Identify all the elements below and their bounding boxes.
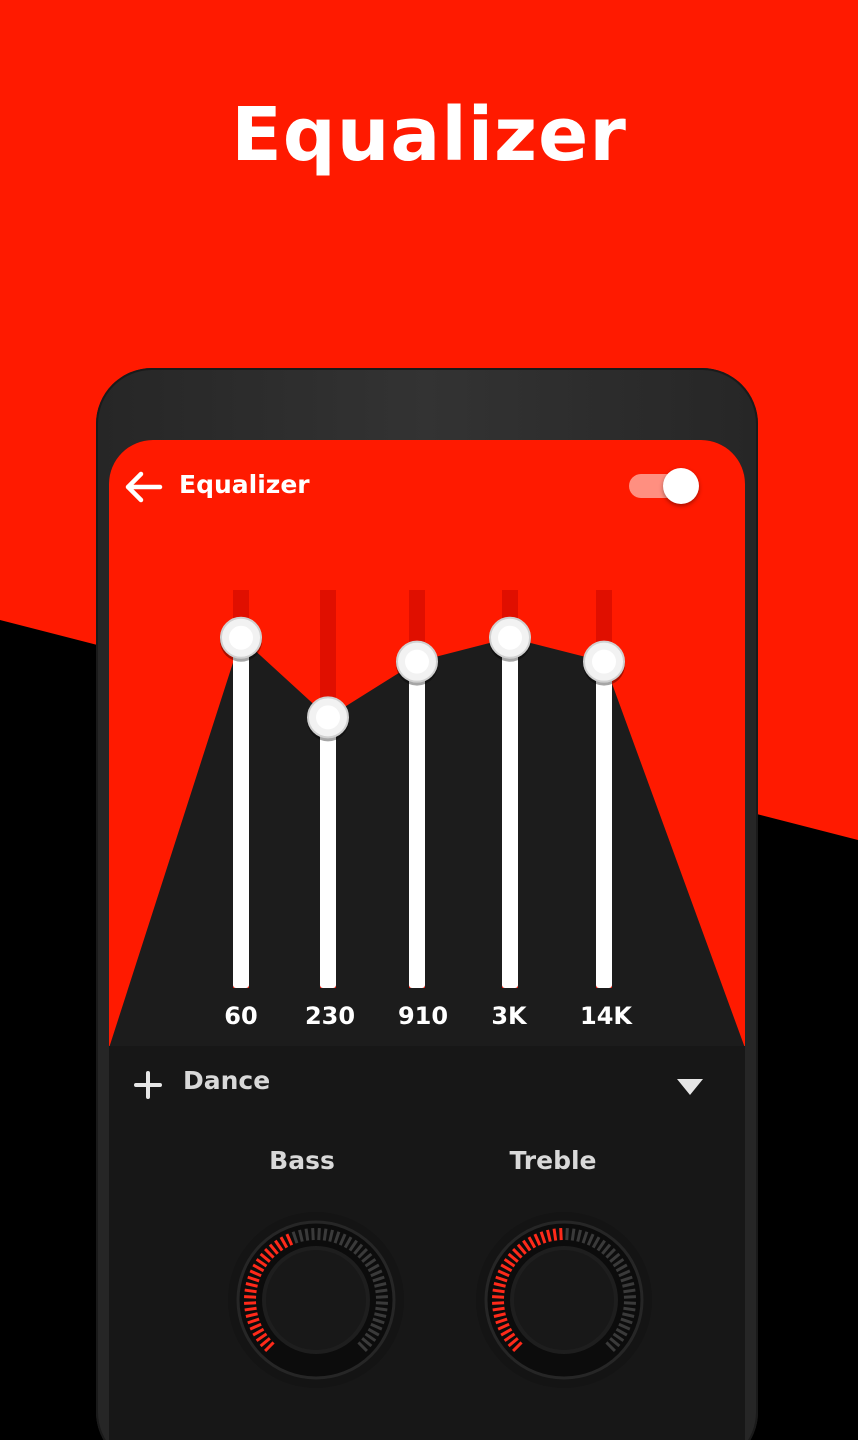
bass-knob[interactable] xyxy=(226,1210,406,1390)
treble-tick xyxy=(623,1288,636,1294)
promo-title: Equalizer xyxy=(231,92,627,178)
bass-tick xyxy=(375,1301,388,1305)
bass-tick xyxy=(317,1228,321,1241)
triangle-down-icon[interactable] xyxy=(675,1076,705,1098)
band-slider-230[interactable] xyxy=(320,717,336,988)
bass-label: Bass xyxy=(269,1146,335,1175)
band-thumb-center xyxy=(316,705,340,730)
treble-tick xyxy=(492,1295,505,1299)
treble-tick xyxy=(570,1228,576,1241)
band-label-230: 230 xyxy=(304,1002,356,1030)
band-slider-3k[interactable] xyxy=(502,637,518,988)
treble-tick xyxy=(552,1228,558,1241)
bass-tick xyxy=(244,1306,257,1312)
treble-knob[interactable] xyxy=(474,1210,654,1390)
band-label-910: 910 xyxy=(397,1002,449,1030)
bass-tick xyxy=(304,1228,310,1241)
bass-tick xyxy=(311,1228,315,1241)
screen-title: Equalizer xyxy=(179,470,310,499)
app-toolbar: Equalizer xyxy=(109,440,745,540)
treble-tick xyxy=(623,1295,636,1299)
treble-tick xyxy=(492,1288,505,1294)
band-thumb-center xyxy=(498,625,522,650)
treble-tick xyxy=(565,1228,569,1241)
preset-selector[interactable]: Dance xyxy=(109,1050,745,1120)
band-slider-910[interactable] xyxy=(409,661,425,988)
treble-tick xyxy=(623,1301,636,1305)
bass-tick xyxy=(375,1306,388,1312)
band-thumb-center xyxy=(229,625,253,650)
band-label-60: 60 xyxy=(224,1002,258,1030)
band-label-14k: 14K xyxy=(580,1002,632,1030)
band-slider-60[interactable] xyxy=(233,637,249,988)
equalizer-toggle[interactable] xyxy=(627,466,701,506)
band-thumb-center xyxy=(405,649,429,674)
bass-tick xyxy=(322,1228,328,1241)
app-screen: Equalizer 60 230 910 3K 14K Dance Bass T… xyxy=(109,440,745,1440)
arrow-left-icon[interactable] xyxy=(123,470,163,504)
band-label-3k: 3K xyxy=(491,1002,527,1030)
bass-tick xyxy=(375,1288,388,1294)
bass-tick xyxy=(375,1295,388,1299)
bass-tick xyxy=(244,1301,257,1305)
preset-name: Dance xyxy=(183,1066,271,1095)
treble-label: Treble xyxy=(509,1146,597,1175)
treble-tick xyxy=(559,1228,563,1241)
bass-tick xyxy=(244,1295,257,1299)
plus-icon[interactable] xyxy=(133,1070,163,1100)
band-slider-14k[interactable] xyxy=(596,661,612,988)
toggle-knob xyxy=(663,468,699,504)
bass-tick xyxy=(244,1288,257,1294)
treble-tick xyxy=(492,1301,505,1305)
band-thumb-center xyxy=(592,649,616,674)
treble-tick xyxy=(492,1306,505,1312)
treble-tick xyxy=(623,1306,636,1312)
